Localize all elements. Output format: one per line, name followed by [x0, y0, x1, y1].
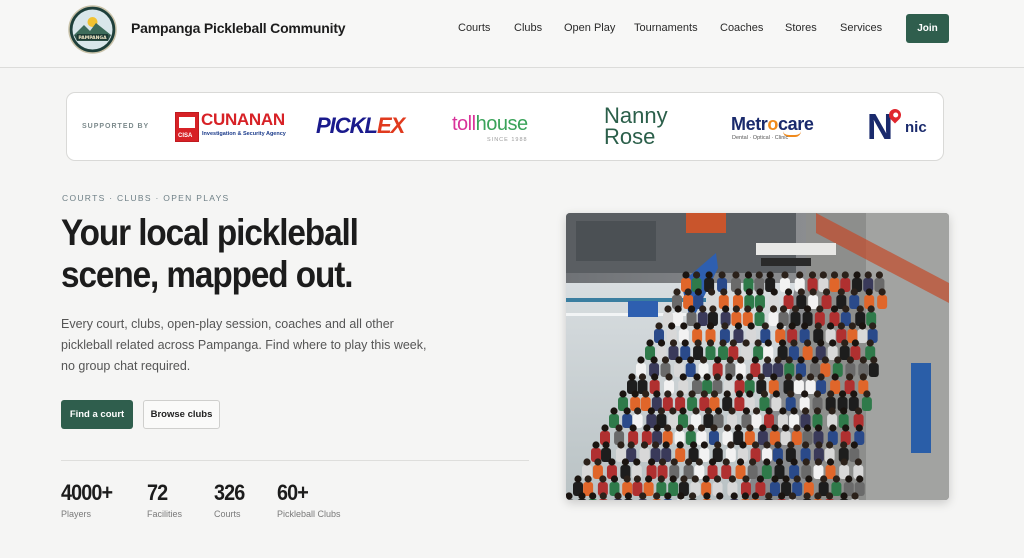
nav-open-play[interactable]: Open Play: [564, 22, 615, 34]
browse-clubs-button[interactable]: Browse clubs: [143, 400, 220, 429]
sponsor-picklex-logo: PICKLEX: [316, 113, 405, 138]
cisa-badge-icon: CISA: [175, 112, 199, 142]
hero-eyebrow: COURTS · CLUBS · OPEN PLAYS: [62, 193, 230, 203]
nav-tournaments[interactable]: Tournaments: [634, 22, 698, 34]
nav-clubs[interactable]: Clubs: [514, 22, 542, 34]
stat-facilities: 72 Facilities: [147, 480, 183, 519]
stat-courts: 326 Courts: [214, 480, 245, 519]
sponsors-strip: SUPPORTED BY CISA CUNANAN Investigation …: [66, 92, 944, 161]
stat-pickleball-clubs: 60+ Pickleball Clubs: [277, 480, 341, 519]
stats-divider: [61, 460, 529, 461]
site-header: PAMPANGA Pampanga Pickleball Community C…: [0, 0, 1024, 68]
supported-by-label: SUPPORTED BY: [82, 123, 150, 130]
sponsor-nic-logo: N nic: [867, 106, 927, 147]
nav-coaches[interactable]: Coaches: [720, 22, 763, 34]
nav-services[interactable]: Services: [840, 22, 882, 34]
nav-courts[interactable]: Courts: [458, 22, 490, 34]
find-a-court-button[interactable]: Find a court: [61, 400, 133, 429]
hero-headline: Your local pickleball scene, mapped out.: [61, 212, 359, 295]
svg-text:PAMPANGA: PAMPANGA: [78, 35, 107, 41]
stat-players: 4000+ Players: [61, 480, 113, 519]
sponsor-nanny-rose-logo: Nanny Rose: [604, 103, 668, 149]
brand-name[interactable]: Pampanga Pickleball Community: [131, 20, 346, 36]
hero-description: Every court, clubs, open-play session, c…: [61, 317, 427, 373]
community-logo[interactable]: PAMPANGA: [68, 5, 117, 54]
nav-stores[interactable]: Stores: [785, 22, 817, 34]
join-button[interactable]: Join: [906, 14, 949, 43]
hero-crowd-photo: [566, 213, 949, 500]
